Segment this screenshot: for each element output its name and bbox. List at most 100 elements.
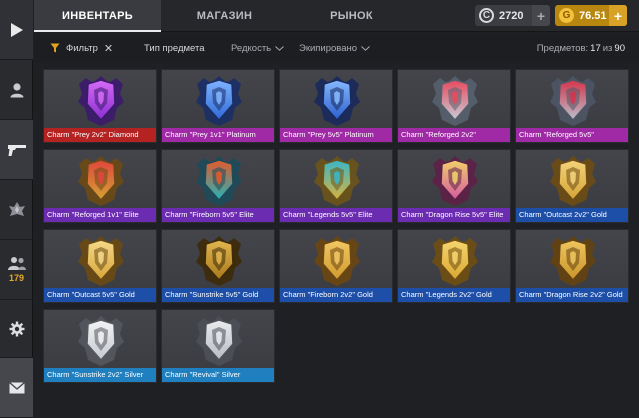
- mail-button[interactable]: [0, 358, 33, 418]
- charm-emblem-image: [162, 232, 274, 290]
- friends-icon: [7, 257, 26, 270]
- friends-button[interactable]: 179: [0, 240, 33, 300]
- tab-store[interactable]: МАГАЗИН: [161, 0, 288, 32]
- tab-inventory[interactable]: ИНВЕНТАРЬ: [34, 0, 161, 32]
- charm-emblem-image: [516, 72, 628, 130]
- inventory-grid: Charm "Prey 2v2" Diamond Charm "Prey 1v1"…: [43, 69, 633, 389]
- pistol-icon: [7, 144, 26, 156]
- item-name-label: Charm "Outcast 5v5" Gold: [44, 288, 156, 302]
- equipped-dropdown[interactable]: Экипировано: [299, 33, 370, 63]
- credits-icon: C: [479, 8, 494, 23]
- play-button[interactable]: [0, 0, 33, 60]
- tab-market[interactable]: РЫНОК: [288, 0, 415, 32]
- add-credits-button[interactable]: +: [532, 5, 550, 26]
- gold-balance: G 76.51 +: [555, 5, 627, 26]
- inventory-item-card[interactable]: Charm "Sunstrike 5v5" Gold: [161, 229, 275, 303]
- charm-emblem-image: [162, 152, 274, 210]
- items-count-label: Предметов:: [536, 42, 589, 54]
- inventory-item-card[interactable]: Charm "Prey 2v2" Diamond: [43, 69, 157, 143]
- charm-emblem-image: [280, 232, 392, 290]
- gold-icon: G: [559, 8, 574, 23]
- sidebar: 179: [0, 0, 33, 418]
- profile-button[interactable]: [0, 60, 33, 120]
- rarity-dropdown[interactable]: Редкость: [231, 33, 284, 63]
- charm-emblem-image: [280, 152, 392, 210]
- item-name-label: Charm "Sunstrike 2v2" Silver: [44, 368, 156, 382]
- item-name-label: Charm "Sunstrike 5v5" Gold: [162, 288, 274, 302]
- filter-button[interactable]: Фильтр ✕: [50, 33, 113, 63]
- friends-count: 179: [8, 273, 25, 283]
- tab-inventory-label: ИНВЕНТАРЬ: [62, 10, 133, 22]
- funnel-icon: [50, 43, 60, 53]
- inventory-item-card[interactable]: Charm "Reforged 5v5": [515, 69, 629, 143]
- inventory-item-card[interactable]: Charm "Reforged 1v1" Elite: [43, 149, 157, 223]
- inventory-item-card[interactable]: Charm "Legends 2v2" Gold: [397, 229, 511, 303]
- item-name-label: Charm "Fireborn 2v2" Gold: [280, 288, 392, 302]
- inventory-item-card[interactable]: Charm "Dragon Rise 2v2" Gold: [515, 229, 629, 303]
- item-name-label: Charm "Reforged 1v1" Elite: [44, 208, 156, 222]
- chevron-down-icon: [361, 45, 370, 51]
- inventory-item-card[interactable]: Charm "Legends 5v5" Elite: [279, 149, 393, 223]
- add-gold-button[interactable]: +: [609, 5, 627, 26]
- clan-emblem-icon: [8, 201, 25, 216]
- item-name-label: Charm "Dragon Rise 5v5" Elite: [398, 208, 510, 222]
- clear-filter-icon[interactable]: ✕: [104, 42, 113, 55]
- inventory-item-card[interactable]: Charm "Fireborn 5v5" Elite: [161, 149, 275, 223]
- inventory-item-card[interactable]: Charm "Prey 5v5" Platinum: [279, 69, 393, 143]
- inventory-item-card[interactable]: Charm "Dragon Rise 5v5" Elite: [397, 149, 511, 223]
- item-name-label: Charm "Legends 2v2" Gold: [398, 288, 510, 302]
- inventory-item-card[interactable]: Charm "Prey 1v1" Platinum: [161, 69, 275, 143]
- charm-emblem-image: [44, 312, 156, 370]
- item-name-label: Charm "Reforged 2v2": [398, 128, 510, 142]
- gold-value: 76.51: [579, 9, 607, 22]
- charm-emblem-image: [44, 152, 156, 210]
- equipped-label: Экипировано: [299, 42, 358, 54]
- inventory-item-card[interactable]: Charm "Outcast 2v2" Gold: [515, 149, 629, 223]
- items-shown: 17: [590, 42, 601, 54]
- item-type-filter[interactable]: Тип предмета: [144, 33, 205, 63]
- charm-emblem-image: [162, 72, 274, 130]
- item-type-label: Тип предмета: [144, 42, 205, 54]
- items-count: Предметов: 17 из 90: [537, 33, 627, 63]
- tab-store-label: МАГАЗИН: [196, 10, 253, 22]
- clan-button[interactable]: [0, 180, 33, 240]
- filter-label: Фильтр: [66, 42, 98, 54]
- settings-button[interactable]: [0, 300, 33, 358]
- item-name-label: Charm "Legends 5v5" Elite: [280, 208, 392, 222]
- item-name-label: Charm "Prey 1v1" Platinum: [162, 128, 274, 142]
- charm-emblem-image: [398, 72, 510, 130]
- item-name-label: Charm "Outcast 2v2" Gold: [516, 208, 628, 222]
- gear-icon: [9, 321, 24, 336]
- charm-emblem-image: [398, 232, 510, 290]
- top-bar: ИНВЕНТАРЬ МАГАЗИН РЫНОК C 2720 + G 76.51…: [34, 0, 639, 32]
- inventory-item-card[interactable]: Charm "Outcast 5v5" Gold: [43, 229, 157, 303]
- play-icon: [10, 22, 23, 37]
- item-name-label: Charm "Prey 5v5" Platinum: [280, 128, 392, 142]
- charm-emblem-image: [280, 72, 392, 130]
- app-root: 179 ИНВЕНТАРЬ МАГАЗИН РЫНОК C 2720 + G 7…: [0, 0, 639, 418]
- charm-emblem-image: [398, 152, 510, 210]
- charm-emblem-image: [516, 232, 628, 290]
- credits-balance: C 2720 +: [475, 5, 550, 26]
- charm-emblem-image: [162, 312, 274, 370]
- credits-value: 2720: [499, 9, 524, 22]
- item-name-label: Charm "Fireborn 5v5" Elite: [162, 208, 274, 222]
- charm-emblem-image: [44, 72, 156, 130]
- filter-bar: Фильтр ✕ Тип предмета Редкость Экипирова…: [34, 33, 639, 63]
- items-of: из: [602, 42, 613, 54]
- inventory-item-card[interactable]: Charm "Fireborn 2v2" Gold: [279, 229, 393, 303]
- charm-emblem-image: [44, 232, 156, 290]
- item-name-label: Charm "Revival" Silver: [162, 368, 274, 382]
- inventory-item-card[interactable]: Charm "Sunstrike 2v2" Silver: [43, 309, 157, 383]
- item-name-label: Charm "Prey 2v2" Diamond: [44, 128, 156, 142]
- chevron-down-icon: [275, 45, 284, 51]
- inventory-item-card[interactable]: Charm "Reforged 2v2": [397, 69, 511, 143]
- rarity-label: Редкость: [231, 42, 272, 54]
- items-total: 90: [614, 42, 625, 54]
- charm-emblem-image: [516, 152, 628, 210]
- tab-market-label: РЫНОК: [330, 10, 373, 22]
- weapons-button[interactable]: [0, 120, 33, 180]
- mail-icon: [8, 381, 25, 393]
- inventory-item-card[interactable]: Charm "Revival" Silver: [161, 309, 275, 383]
- item-name-label: Charm "Dragon Rise 2v2" Gold: [516, 288, 628, 302]
